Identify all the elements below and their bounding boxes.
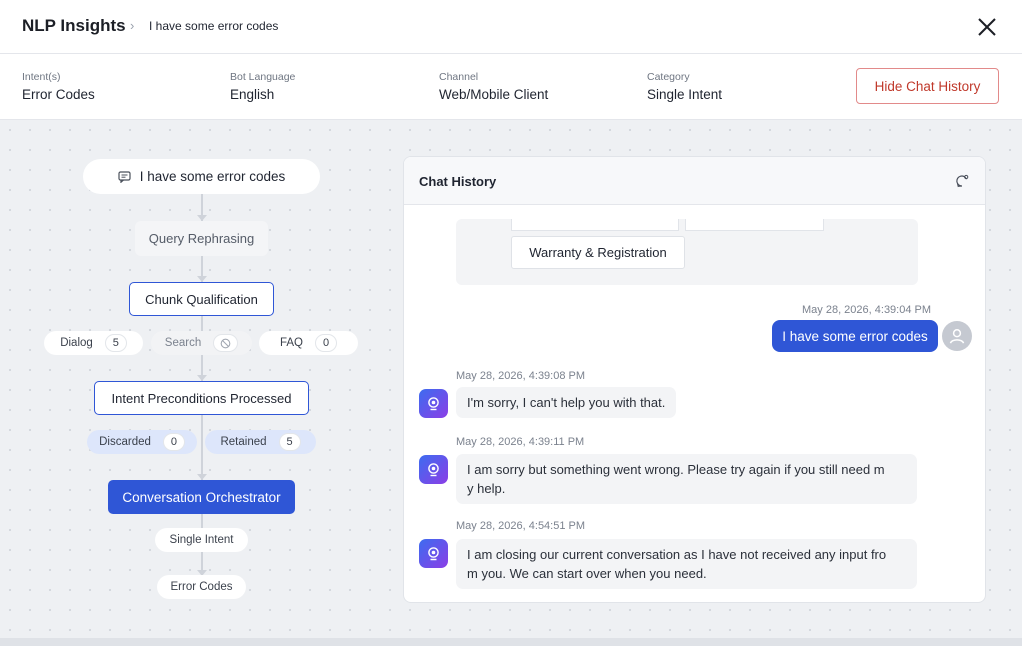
- flow-node-chunk-qualification[interactable]: Chunk Qualification: [129, 282, 274, 316]
- flow-node-query-label: I have some error codes: [139, 169, 286, 184]
- bot-message: I am sorry but something went wrong. Ple…: [456, 454, 917, 504]
- pill-retained-label: Retained: [220, 436, 267, 448]
- user-icon: [949, 329, 965, 344]
- pill-discarded[interactable]: Discarded 0: [87, 430, 197, 454]
- close-icon: [978, 18, 996, 36]
- hide-chat-history-button[interactable]: Hide Chat History: [856, 68, 999, 104]
- pill-faq-label: FAQ: [279, 337, 303, 349]
- flow-tag-intent: Error Codes: [157, 575, 246, 599]
- pill-dialog[interactable]: Dialog 5: [44, 331, 143, 355]
- pill-retained[interactable]: Retained 5: [205, 430, 316, 454]
- flow-connector: [201, 415, 203, 480]
- breadcrumb-separator: ›: [130, 18, 135, 33]
- user-message: I have some error codes: [772, 320, 938, 352]
- bot-avatar: [419, 455, 448, 484]
- message-icon: [118, 170, 131, 183]
- meta-channel: Channel Web/Mobile Client: [439, 71, 548, 102]
- meta-intents: Intent(s) Error Codes: [22, 71, 95, 102]
- bot-message: I am closing our current conversation as…: [456, 539, 917, 589]
- chat-history-title: Chat History: [419, 174, 497, 189]
- pill-search: Search: [151, 331, 252, 355]
- pill-faq-count: 0: [315, 334, 337, 352]
- ban-icon: [213, 334, 239, 352]
- meta-bar: Intent(s) Error Codes Bot Language Engli…: [0, 54, 1022, 120]
- chat-refresh-icon[interactable]: [955, 174, 969, 193]
- pill-dialog-count: 5: [104, 334, 127, 352]
- meta-language-label: Bot Language: [230, 71, 296, 83]
- bot-icon: [428, 463, 439, 477]
- flow-node-intent-preconditions[interactable]: Intent Preconditions Processed: [94, 381, 309, 415]
- bot-icon: [428, 397, 439, 411]
- meta-language-value: English: [230, 87, 275, 102]
- chat-history-panel: Chat History Warranty & Registration May…: [403, 156, 986, 603]
- meta-category-value: Single Intent: [647, 87, 723, 102]
- close-button[interactable]: [974, 14, 1000, 40]
- meta-category-label: Category: [647, 71, 690, 83]
- top-bar: NLP Insights › I have some error codes: [0, 0, 1022, 54]
- chat-history-header: Chat History: [404, 157, 985, 205]
- pill-dialog-label: Dialog: [60, 337, 93, 349]
- app-title: NLP Insights: [22, 16, 126, 35]
- meta-category: Category Single Intent: [647, 71, 722, 102]
- bot-avatar: [419, 389, 448, 418]
- faq-option-button[interactable]: [685, 219, 824, 231]
- flow-tag-category: Single Intent: [155, 528, 248, 552]
- bot-message-line: I am sorry but something went wrong. Ple…: [467, 462, 885, 477]
- message-timestamp: May 28, 2026, 4:39:08 PM: [456, 370, 586, 382]
- flow-node-query[interactable]: I have some error codes: [83, 159, 320, 194]
- faq-option-warranty[interactable]: Warranty & Registration: [511, 236, 685, 269]
- meta-intents-value: Error Codes: [22, 87, 95, 102]
- pill-faq[interactable]: FAQ 0: [259, 331, 358, 355]
- pill-search-label: Search: [164, 337, 202, 349]
- bot-message: I'm sorry, I can't help you with that.: [456, 387, 677, 418]
- bot-message-line: I am closing our current conversation as…: [467, 547, 887, 562]
- faq-option-button[interactable]: [511, 219, 679, 231]
- horizontal-scrollbar[interactable]: [0, 638, 1022, 646]
- message-timestamp: May 28, 2026, 4:54:51 PM: [456, 520, 586, 532]
- bot-message-line: m you. We can start over when you need.: [467, 566, 707, 581]
- pill-discarded-count: 0: [162, 433, 185, 451]
- message-timestamp: May 28, 2026, 4:39:04 PM: [802, 304, 932, 316]
- user-avatar: [942, 321, 972, 351]
- message-timestamp: May 28, 2026, 4:39:11 PM: [456, 436, 585, 448]
- meta-language: Bot Language English: [230, 71, 295, 102]
- bot-icon: [428, 547, 439, 561]
- meta-channel-label: Channel: [439, 71, 479, 83]
- flow-node-conversation-orchestrator[interactable]: Conversation Orchestrator: [108, 480, 295, 514]
- flow-node-query-rephrasing[interactable]: Query Rephrasing: [135, 221, 268, 256]
- pill-discarded-label: Discarded: [99, 436, 151, 448]
- bot-avatar: [419, 539, 448, 568]
- pill-retained-count: 5: [278, 433, 301, 451]
- meta-channel-value: Web/Mobile Client: [439, 87, 549, 102]
- bot-message-line: y help.: [467, 481, 506, 496]
- meta-intents-label: Intent(s): [22, 71, 61, 83]
- breadcrumb: I have some error codes: [149, 19, 279, 33]
